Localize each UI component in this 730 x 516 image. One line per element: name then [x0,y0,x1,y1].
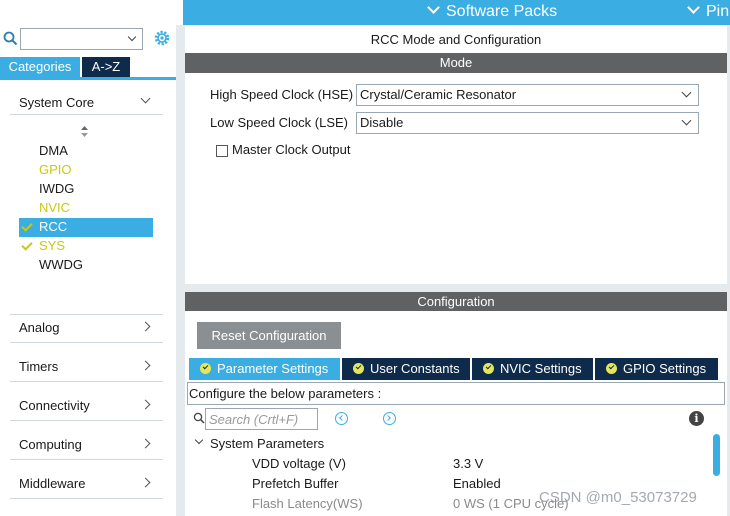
param-name: VDD voltage (V) [252,456,346,471]
category-timers[interactable]: Timers [19,359,58,374]
chevron-right-icon[interactable] [140,438,151,449]
search-icon [3,31,18,46]
top-toolbar: Software Packs Pin [0,0,730,25]
vertical-scrollbar[interactable] [713,434,720,476]
category-computing[interactable]: Computing [19,437,82,452]
param-name: Flash Latency(WS) [252,496,363,511]
category-connectivity[interactable]: Connectivity [19,398,90,413]
search-icon [193,412,205,424]
mco-label: Master Clock Output [232,142,351,157]
next-icon[interactable] [383,412,396,425]
reset-configuration-button[interactable]: Reset Configuration [197,322,341,349]
configuration-header: Configuration [185,292,727,311]
component-search-input[interactable] [20,28,143,50]
gear-icon[interactable] [153,29,171,47]
list-item-rcc[interactable]: RCC [39,219,67,234]
tab-label: NVIC Settings [500,361,582,376]
lse-select[interactable]: Disable [356,112,699,134]
chevron-down-icon [681,87,692,98]
tab-nvic-settings[interactable]: NVIC Settings [472,358,593,380]
list-item-sys[interactable]: SYS [39,238,65,253]
configure-hint: Configure the below parameters : [189,386,382,401]
category-analog[interactable]: Analog [19,320,59,335]
master-clock-output-checkbox[interactable] [216,145,228,157]
check-circle-icon [483,363,494,374]
list-item-iwdg[interactable]: IWDG [39,181,74,196]
mode-header: Mode [185,53,727,73]
pinout-menu[interactable]: Pin [687,0,730,25]
parameter-search-input[interactable]: Search (Crtl+F) [205,408,318,430]
chevron-down-icon [687,1,700,14]
param-value[interactable]: 3.3 V [453,456,483,471]
chevron-down-icon [127,32,137,42]
divider [10,381,163,382]
software-packs-menu[interactable]: Software Packs [427,0,558,25]
tab-a-z[interactable]: A->Z [82,57,130,77]
tab-label: GPIO Settings [623,361,707,376]
tab-label: User Constants [370,361,460,376]
info-icon[interactable]: i [689,411,704,426]
page-title: RCC Mode and Configuration [370,32,542,47]
check-circle-icon [353,363,364,374]
chevron-right-icon[interactable] [140,399,151,410]
check-circle-icon [200,363,211,374]
list-item-wwdg[interactable]: WWDG [39,257,83,272]
param-value[interactable]: Enabled [453,476,501,491]
list-item-dma[interactable]: DMA [39,143,68,158]
divider [10,314,163,315]
sort-icon[interactable] [80,126,89,137]
chevron-right-icon[interactable] [140,360,151,371]
software-packs-label: Software Packs [446,3,558,20]
divider [10,420,163,421]
search-placeholder: Search (Crtl+F) [209,412,299,427]
watermark: CSDN @m0_53073729 [539,489,697,506]
parameters-hint-box: Configure the below parameters : [187,382,725,405]
param-name: Prefetch Buffer [252,476,339,491]
group-system-parameters[interactable]: System Parameters [210,436,324,451]
list-item-nvic[interactable]: NVIC [39,200,70,215]
left-panel: Categories A->Z System Core DMA GPIO IWD… [0,25,176,516]
hse-select[interactable]: Crystal/Ceramic Resonator [356,84,699,106]
check-circle-icon [606,363,617,374]
chevron-right-icon[interactable] [140,321,151,332]
tab-label: Parameter Settings [217,361,329,376]
lse-label: Low Speed Clock (LSE) [210,115,349,130]
lse-value: Disable [360,115,404,130]
pinout-label: Pin [706,3,730,20]
previous-icon[interactable] [335,412,348,425]
hse-value: Crystal/Ceramic Resonator [360,87,517,102]
chevron-down-icon [427,1,440,14]
check-icon [21,239,33,251]
tab-categories[interactable]: Categories [0,57,80,77]
chevron-right-icon[interactable] [140,477,151,488]
chevron-down-icon [681,115,692,126]
tab-gpio-settings[interactable]: GPIO Settings [595,358,718,380]
divider [10,342,163,343]
divider [10,498,163,499]
divider [10,114,163,115]
list-item-gpio[interactable]: GPIO [39,162,72,177]
hse-label: High Speed Clock (HSE) [210,87,354,102]
tab-user-constants[interactable]: User Constants [342,358,470,380]
panel-splitter[interactable] [176,25,184,516]
category-system-core[interactable]: System Core [19,95,94,110]
chevron-down-icon[interactable] [140,93,151,104]
category-middleware[interactable]: Middleware [19,476,85,491]
tab-underline [0,77,176,80]
divider [10,459,163,460]
tab-parameter-settings[interactable]: Parameter Settings [189,358,340,380]
